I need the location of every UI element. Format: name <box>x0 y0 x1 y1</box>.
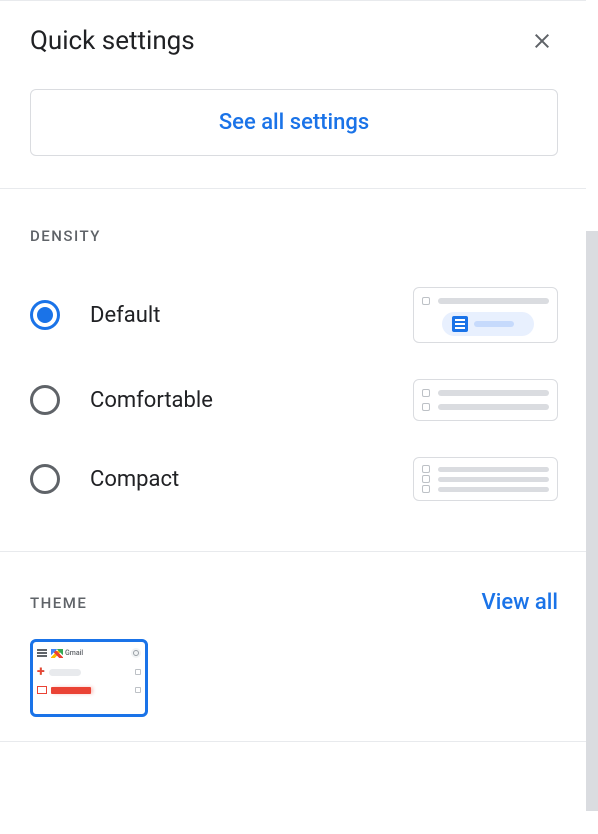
density-option-default[interactable]: Default <box>30 269 558 361</box>
density-label: Default <box>90 303 160 328</box>
panel-header: Quick settings <box>0 1 586 61</box>
view-all-themes-link[interactable]: View all <box>482 590 558 615</box>
label-icon <box>37 686 47 694</box>
radio-selected-icon <box>30 300 60 330</box>
close-button[interactable] <box>522 21 562 61</box>
scrollbar[interactable] <box>586 231 598 811</box>
theme-section-title: THEME <box>30 594 87 612</box>
search-icon <box>131 648 141 658</box>
density-section-title: DENSITY <box>30 227 101 245</box>
density-option-comfortable[interactable]: Comfortable <box>30 361 558 439</box>
density-section: DENSITY Default Comfortable <box>0 189 586 519</box>
see-all-settings-button[interactable]: See all settings <box>30 89 558 156</box>
density-option-compact[interactable]: Compact <box>30 439 558 519</box>
density-preview-comfortable <box>413 379 558 421</box>
density-label: Compact <box>90 467 179 492</box>
plus-icon: + <box>37 665 45 679</box>
radio-unselected-icon <box>30 385 60 415</box>
density-label: Comfortable <box>90 388 213 413</box>
theme-thumbnail-default[interactable]: Gmail + <box>30 639 148 717</box>
divider <box>0 741 586 742</box>
menu-icon <box>37 649 47 657</box>
quick-settings-panel: Quick settings See all settings DENSITY … <box>0 0 586 834</box>
document-icon <box>452 316 468 332</box>
panel-title: Quick settings <box>30 26 195 56</box>
density-preview-compact <box>413 457 558 501</box>
gmail-logo-icon: Gmail <box>51 649 83 658</box>
theme-section: THEME View all Gmail + <box>0 552 586 717</box>
close-icon <box>530 29 554 53</box>
density-preview-default <box>413 287 558 343</box>
radio-unselected-icon <box>30 464 60 494</box>
